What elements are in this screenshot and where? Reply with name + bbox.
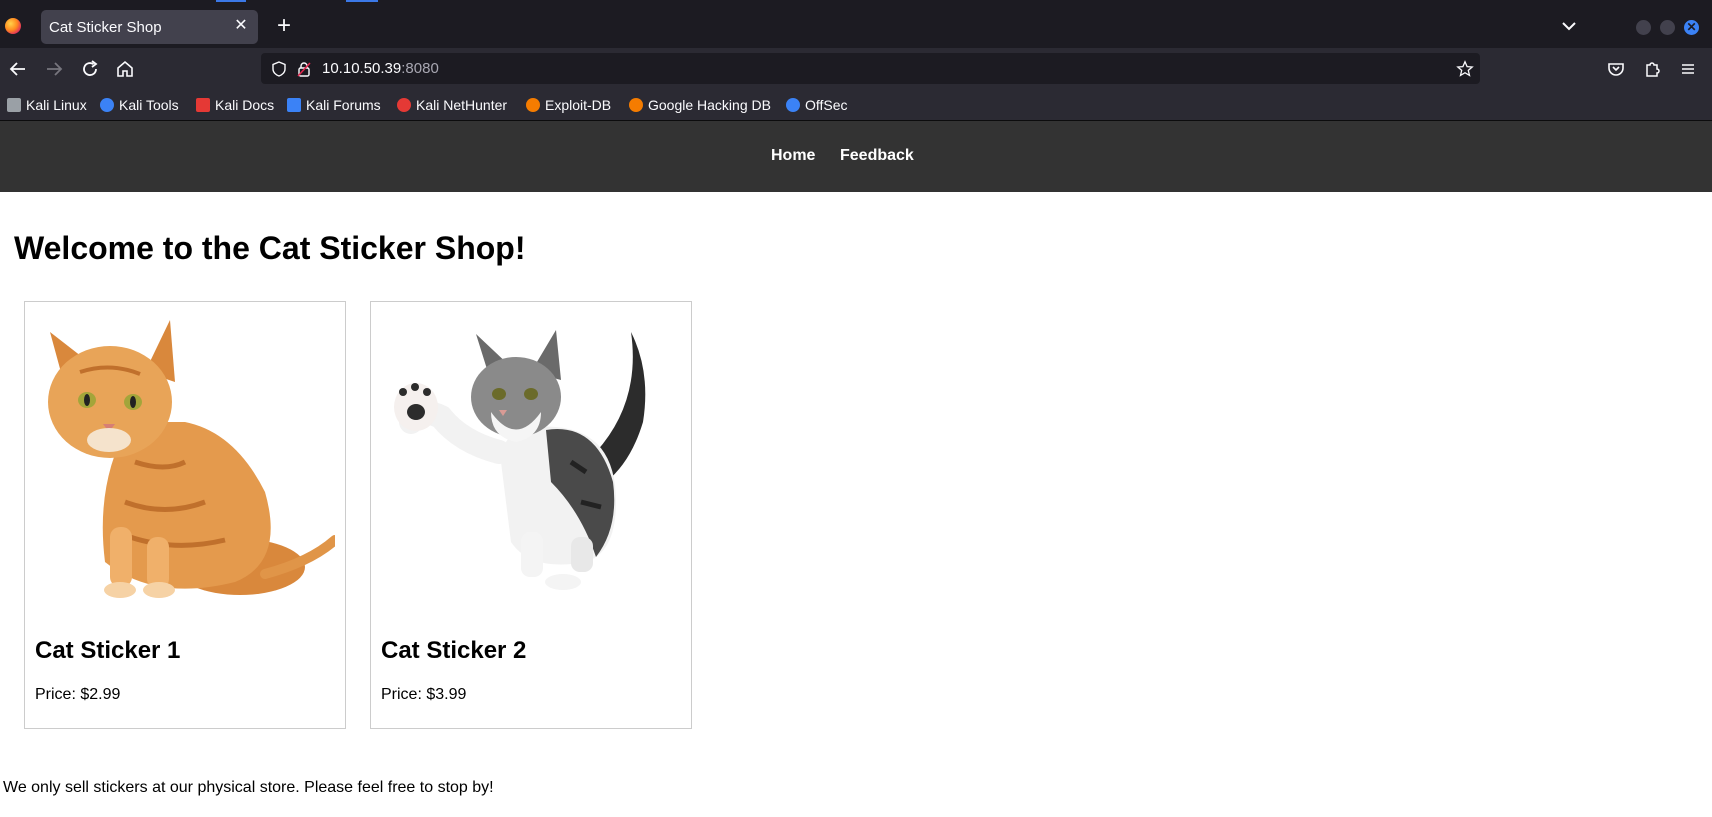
exploit-db-icon (526, 98, 540, 112)
insecure-lock-icon[interactable] (295, 60, 313, 78)
tab-bar: Cat Sticker Shop ✕ + ✕ (0, 4, 1712, 48)
strip-marker (216, 0, 246, 2)
maximize-window-button[interactable] (1660, 20, 1675, 35)
back-icon[interactable] (6, 57, 30, 81)
nav-home-link[interactable]: Home (771, 147, 815, 165)
tracking-protection-shield-icon[interactable] (270, 60, 288, 78)
kali-nethunter-icon (397, 98, 411, 112)
minimize-window-button[interactable] (1636, 20, 1651, 35)
product-name: Cat Sticker 1 (35, 637, 181, 664)
forward-icon[interactable] (42, 57, 66, 81)
bookmark-label: Kali Linux (26, 97, 87, 113)
home-icon[interactable] (113, 57, 137, 81)
bookmark-kali-tools[interactable]: Kali Tools (100, 96, 179, 114)
bookmark-offsec[interactable]: OffSec (786, 96, 848, 114)
orange-tabby-cat-image (35, 312, 340, 612)
new-tab-icon[interactable]: + (272, 14, 296, 38)
url-text: 10.10.50.39:8080 (322, 60, 439, 77)
close-tab-icon[interactable]: ✕ (230, 15, 252, 37)
bookmark-label: OffSec (805, 97, 848, 113)
address-bar[interactable]: 10.10.50.39:8080 (261, 53, 1480, 84)
product-price: Price: $2.99 (35, 686, 121, 703)
kali-tools-icon (100, 98, 114, 112)
menu-icon[interactable] (1676, 57, 1700, 81)
bookmark-kali-docs[interactable]: Kali Docs (196, 96, 274, 114)
bookmark-label: Google Hacking DB (648, 97, 771, 113)
bookmark-google-hacking-db[interactable]: Google Hacking DB (629, 96, 771, 114)
product-price: Price: $3.99 (381, 686, 467, 703)
nav-feedback-link[interactable]: Feedback (840, 147, 914, 165)
extensions-icon[interactable] (1640, 57, 1664, 81)
site-navigation: Home Feedback (0, 121, 1712, 192)
product-card: Cat Sticker 1 Price: $2.99 (24, 301, 346, 729)
page-title: Welcome to the Cat Sticker Shop! (14, 230, 526, 266)
product-card: Cat Sticker 2 Price: $3.99 (370, 301, 692, 729)
kali-docs-icon (196, 98, 210, 112)
bookmark-label: Kali Forums (306, 97, 381, 113)
bookmarks-toolbar: Kali Linux Kali Tools Kali Docs Kali For… (0, 90, 1712, 121)
bookmark-label: Kali NetHunter (416, 97, 508, 113)
tab-title: Cat Sticker Shop (49, 19, 162, 36)
url-host: 10.10.50.39 (322, 60, 402, 77)
bookmark-label: Kali Docs (215, 97, 275, 113)
bookmark-star-icon[interactable] (1456, 60, 1474, 78)
tab-active[interactable]: Cat Sticker Shop ✕ (41, 10, 258, 44)
product-name: Cat Sticker 2 (381, 637, 527, 664)
kali-dragon-icon (7, 98, 21, 112)
bookmark-kali-linux[interactable]: Kali Linux (7, 96, 87, 114)
bookmark-exploit-db[interactable]: Exploit-DB (526, 96, 611, 114)
bookmark-label: Exploit-DB (545, 97, 612, 113)
url-port: :8080 (401, 60, 439, 77)
firefox-icon[interactable] (5, 18, 21, 34)
bookmark-label: Kali Tools (119, 97, 179, 113)
white-gray-kitten-image (381, 312, 681, 612)
reload-icon[interactable] (78, 57, 102, 81)
close-window-button[interactable]: ✕ (1684, 20, 1699, 35)
bookmark-kali-forums[interactable]: Kali Forums (287, 96, 381, 114)
navigation-toolbar: 10.10.50.39:8080 (0, 48, 1712, 90)
bookmark-kali-nethunter[interactable]: Kali NetHunter (397, 96, 507, 114)
pocket-icon[interactable] (1604, 57, 1628, 81)
chevron-down-icon[interactable] (1557, 14, 1581, 38)
offsec-icon (786, 98, 800, 112)
kali-forums-icon (287, 98, 301, 112)
store-notice: We only sell stickers at our physical st… (3, 779, 494, 796)
ghdb-icon (629, 98, 643, 112)
strip-marker (346, 0, 378, 2)
